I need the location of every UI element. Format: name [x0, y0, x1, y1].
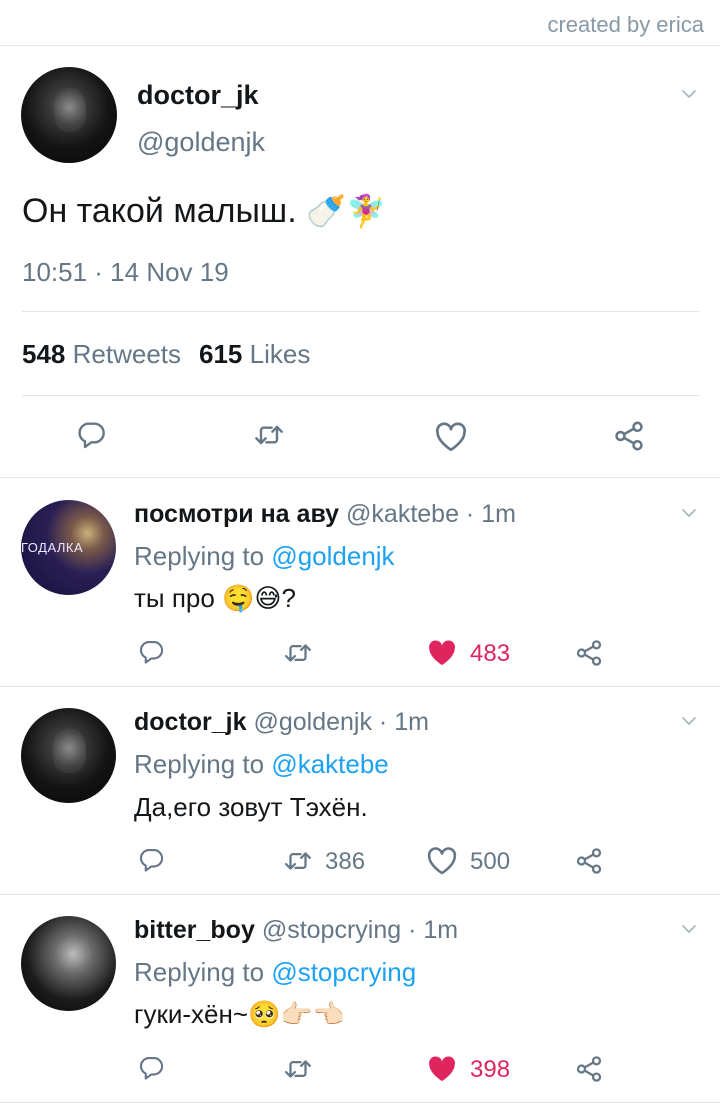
retweet-button[interactable] — [283, 846, 313, 876]
divider — [0, 1102, 720, 1103]
reply-icon — [137, 638, 165, 666]
handle-time[interactable]: @stopcrying · 1m — [262, 916, 458, 944]
replying-to: Replying to @stopcrying — [134, 957, 416, 988]
share-button[interactable] — [574, 638, 604, 668]
avatar-face — [53, 88, 87, 133]
reply-header: doctor_jk @goldenjk · 1m — [134, 708, 429, 737]
share-icon — [574, 846, 604, 876]
retweet-icon — [283, 638, 313, 668]
reply-text: гуки-хён~🥺👉🏻👈🏻 — [134, 999, 345, 1030]
reply-icon — [137, 846, 165, 874]
reply-text-body: гуки-хён~ — [134, 999, 249, 1029]
avatar[interactable] — [21, 916, 116, 1011]
replying-prefix: Replying to — [134, 749, 272, 779]
tweet-text-body: Он такой малыш. — [22, 192, 297, 230]
tweet-timestamp: 10:51 · 14 Nov 19 — [22, 257, 229, 287]
like-button[interactable] — [433, 419, 469, 455]
tweet-text: Он такой малыш. 🍼🧚‍♀️ — [22, 192, 386, 231]
reply-icon — [137, 1054, 165, 1082]
display-name[interactable]: doctor_jk — [137, 80, 259, 111]
reply-button[interactable] — [137, 1054, 165, 1082]
replying-prefix: Replying to — [134, 541, 272, 571]
reply-text-suffix: ? — [281, 583, 297, 613]
retweet-icon — [283, 846, 313, 876]
reply-text: ты про 🤤😅? — [134, 583, 296, 614]
avatar-face — [53, 728, 86, 773]
avatar[interactable]: ГОДАЛКА — [21, 500, 116, 595]
reply-header: bitter_boy @stopcrying · 1m — [134, 916, 458, 945]
replying-to: Replying to @goldenjk — [134, 541, 395, 572]
chevron-down-icon[interactable] — [681, 505, 697, 521]
reply-header: посмотри на аву @kaktebe · 1m — [134, 500, 516, 529]
reply-button[interactable] — [137, 638, 165, 666]
reply-emojis: 🤤😅 — [222, 583, 282, 613]
share-icon — [574, 1054, 604, 1084]
retweets-count[interactable]: 548 — [22, 339, 65, 369]
retweet-icon — [253, 419, 285, 451]
share-icon — [612, 419, 646, 453]
replying-to: Replying to @kaktebe — [134, 749, 389, 780]
divider — [22, 311, 699, 312]
like-count: 500 — [470, 848, 511, 875]
replying-prefix: Replying to — [134, 957, 272, 987]
share-button[interactable] — [574, 846, 604, 876]
avatar[interactable] — [21, 708, 116, 803]
heart-icon — [425, 1052, 459, 1086]
header-divider — [0, 45, 720, 46]
likes-count[interactable]: 615 — [199, 339, 242, 369]
divider — [0, 894, 720, 895]
divider — [0, 477, 720, 478]
retweet-button[interactable] — [283, 1054, 313, 1084]
like-count: 483 — [470, 640, 511, 667]
reply-icon — [75, 419, 107, 451]
replying-to-link[interactable]: @kaktebe — [271, 749, 388, 779]
like-button[interactable] — [425, 1052, 459, 1086]
display-name[interactable]: bitter_boy — [134, 916, 255, 944]
display-name[interactable]: doctor_jk — [134, 708, 247, 736]
retweets-label[interactable]: Retweets — [73, 339, 181, 369]
reply-emojis: 🥺👉🏻👈🏻 — [248, 999, 346, 1029]
retweet-count: 386 — [325, 848, 366, 875]
reply-button[interactable] — [75, 419, 107, 451]
replying-to-link[interactable]: @stopcrying — [271, 957, 416, 987]
share-button[interactable] — [574, 1054, 604, 1084]
heart-icon — [433, 419, 469, 455]
tweet-stats: 548 Retweets 615 Likes — [22, 339, 310, 370]
handle[interactable]: @goldenjk — [137, 127, 265, 158]
display-name[interactable]: посмотри на аву — [134, 500, 339, 528]
share-icon — [574, 638, 604, 668]
like-button[interactable] — [425, 636, 459, 670]
reply-text-body: ты про — [134, 583, 215, 613]
avatar[interactable] — [21, 67, 117, 163]
likes-label[interactable]: Likes — [250, 339, 311, 369]
chevron-down-icon[interactable] — [681, 86, 697, 102]
retweet-button[interactable] — [283, 638, 313, 668]
chevron-down-icon[interactable] — [681, 713, 697, 729]
share-button[interactable] — [612, 419, 646, 453]
reply-text: Да,его зовут Тэхён. — [134, 792, 368, 822]
divider — [0, 686, 720, 687]
heart-icon — [425, 636, 459, 670]
like-button[interactable] — [425, 844, 459, 878]
replying-to-link[interactable]: @goldenjk — [271, 541, 394, 571]
reply-button[interactable] — [137, 846, 165, 874]
tweet-emojis: 🍼🧚‍♀️ — [306, 193, 386, 229]
retweet-button[interactable] — [253, 419, 285, 451]
retweet-icon — [283, 1054, 313, 1084]
like-count: 398 — [470, 1056, 511, 1083]
handle-time[interactable]: @kaktebe · 1m — [346, 500, 516, 528]
divider — [22, 395, 699, 396]
chevron-down-icon[interactable] — [681, 921, 697, 937]
credit-text: created by erica — [547, 12, 704, 37]
handle-time[interactable]: @goldenjk · 1m — [253, 708, 428, 736]
avatar-label: ГОДАЛКА — [21, 540, 84, 555]
heart-icon — [425, 844, 459, 878]
